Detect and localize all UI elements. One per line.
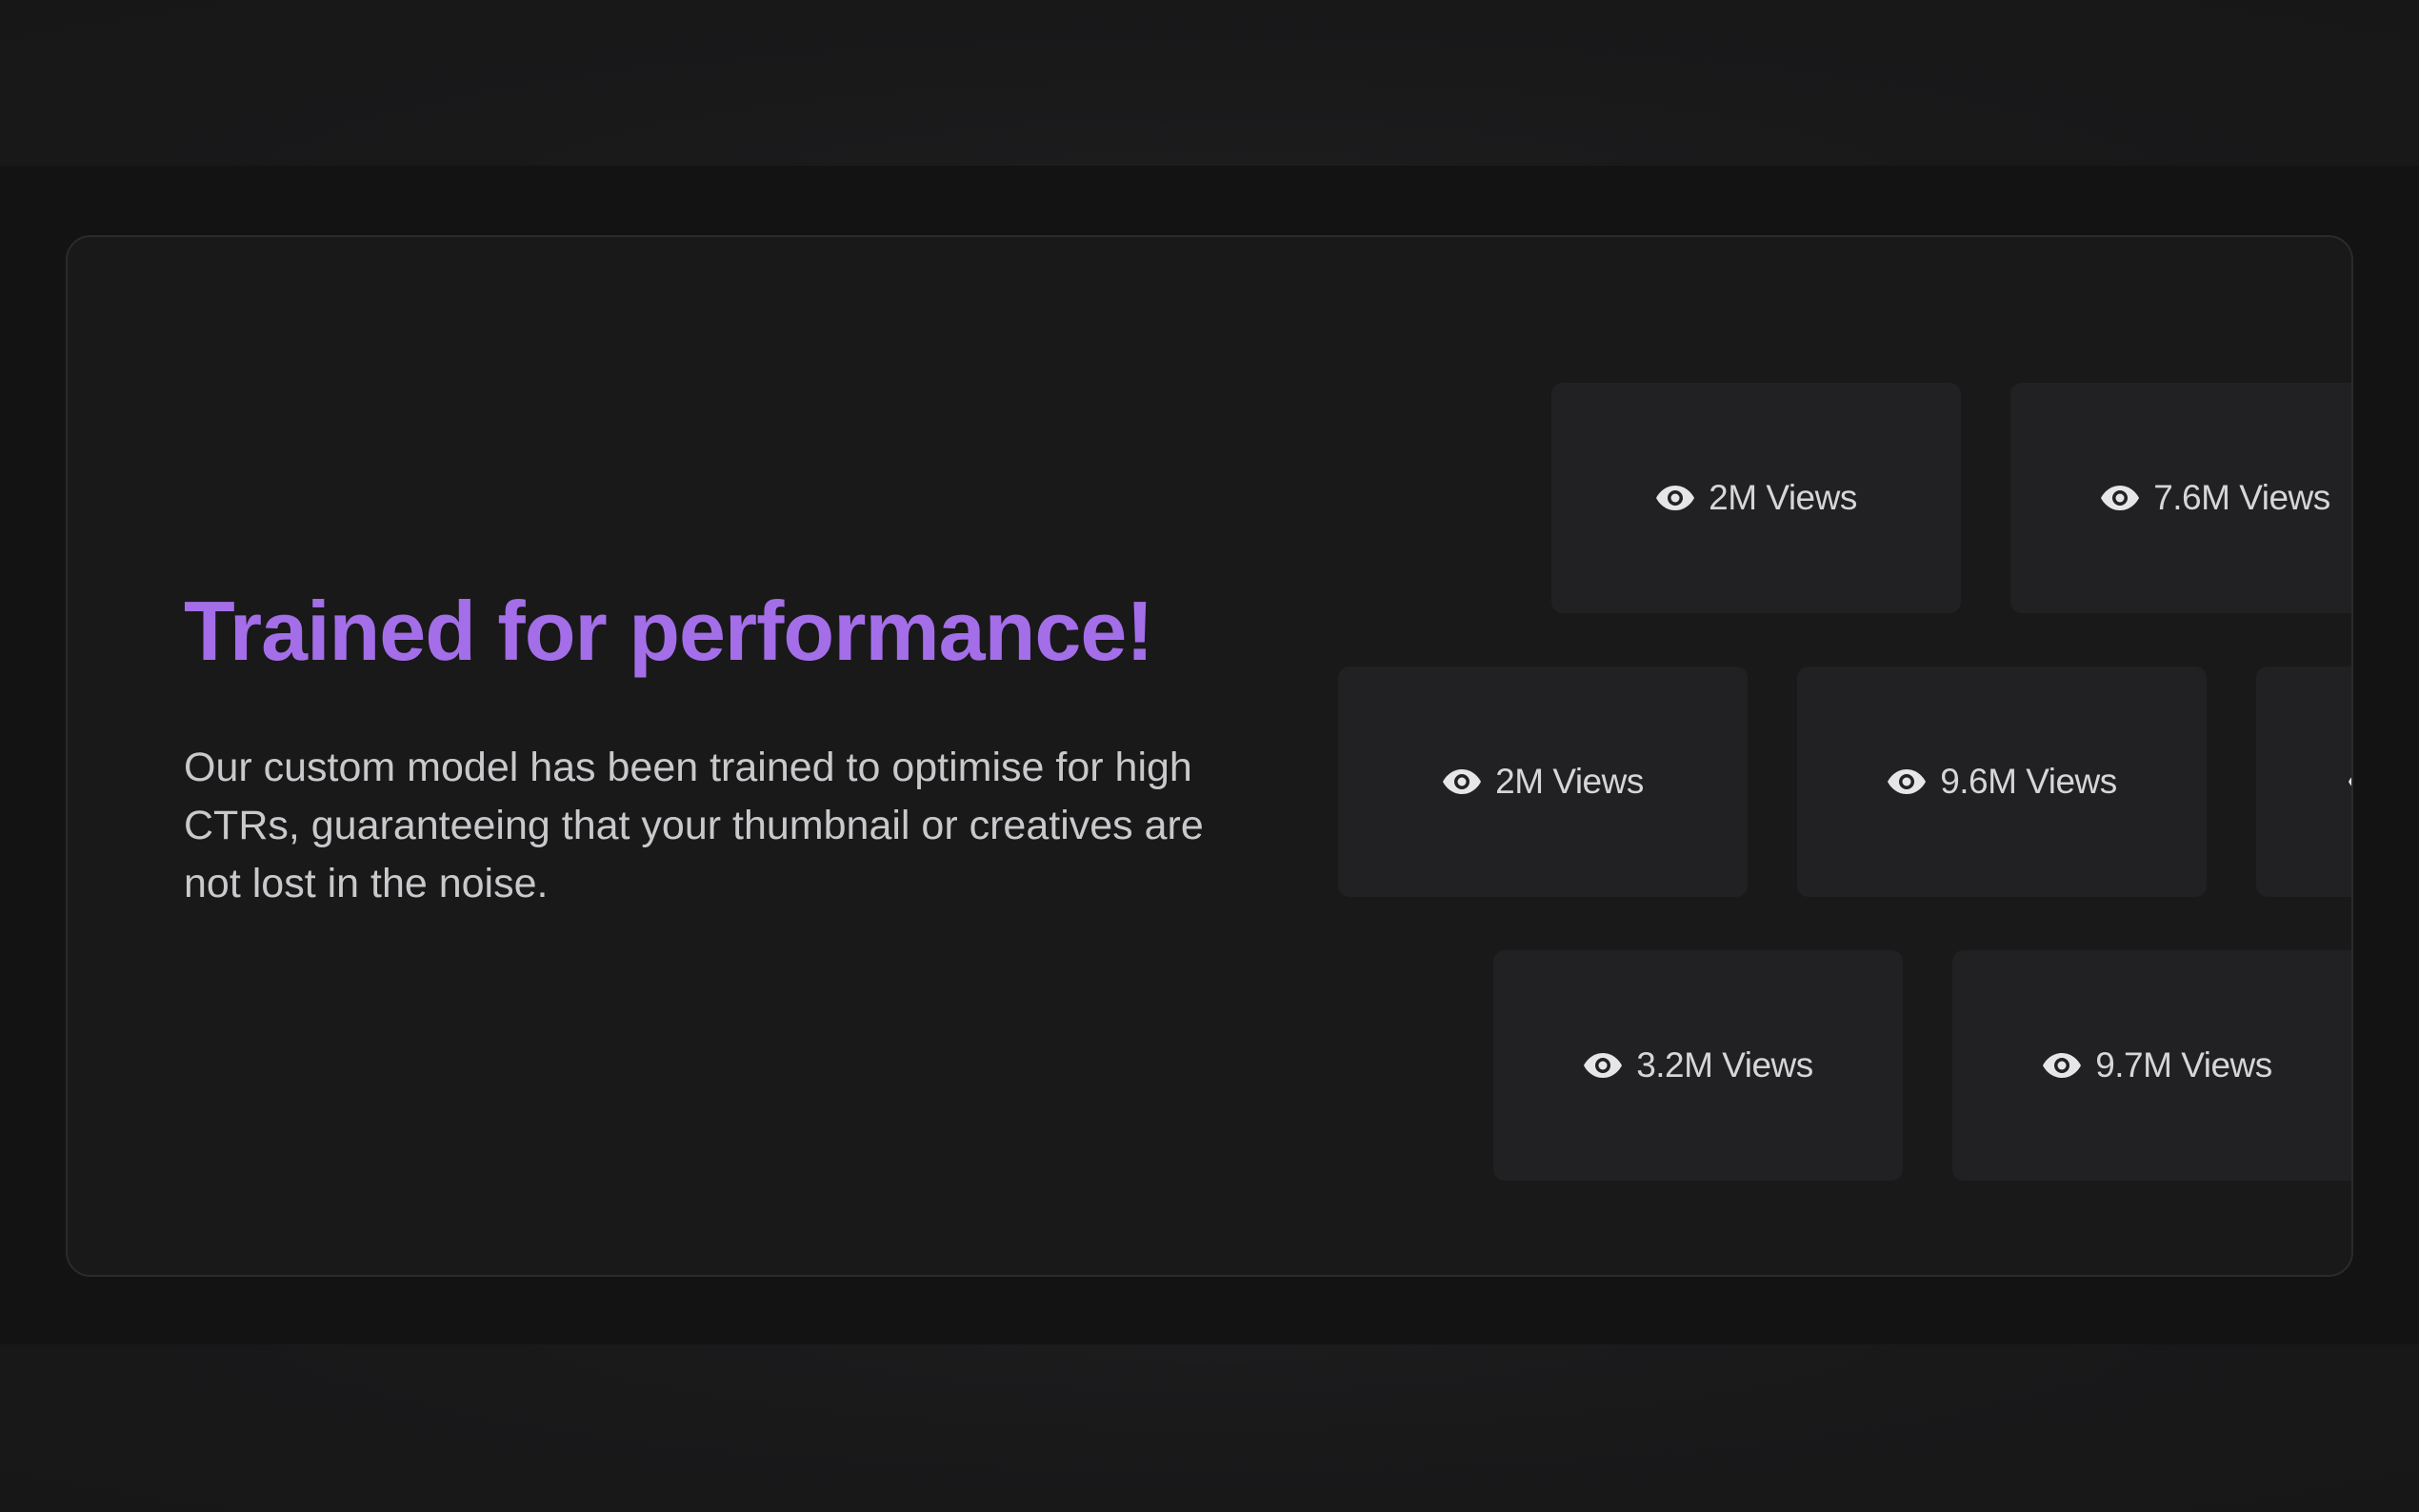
thumbnail-card: 9.7M Views (1952, 950, 2351, 1181)
eye-icon (2348, 767, 2351, 796)
thumbnail-card: 2M Views (1338, 666, 1748, 897)
bottom-background-band (0, 1344, 2419, 1512)
thumbnail-card: 9.6M Views (1797, 666, 2207, 897)
eye-icon (1887, 767, 1927, 796)
eye-icon (1655, 484, 1695, 512)
thumbnail-card: 2M Views (1551, 383, 1961, 613)
views-count: 3.2M Views (1636, 1045, 1813, 1084)
feature-title: Trained for performance! (184, 584, 1154, 678)
views-count: 9.6M Views (1940, 762, 2117, 801)
eye-icon (2042, 1051, 2082, 1080)
top-background-band (0, 0, 2419, 166)
eye-icon (1583, 1051, 1623, 1080)
thumbnail-card (2256, 666, 2351, 897)
views-count: 7.6M Views (2153, 478, 2330, 517)
feature-description: Our custom model has been trained to opt… (184, 745, 1204, 906)
thumbnail-card: 3.2M Views (1493, 950, 1903, 1181)
eye-icon (1442, 767, 1482, 796)
thumbnail-card: 7.6M Views (2010, 383, 2351, 613)
views-count: 2M Views (1495, 762, 1644, 801)
feature-card: Trained for performance! Our custom mode… (66, 235, 2353, 1277)
views-count: 2M Views (1709, 478, 1857, 517)
views-count: 9.7M Views (2095, 1045, 2272, 1084)
eye-icon (2100, 484, 2140, 512)
